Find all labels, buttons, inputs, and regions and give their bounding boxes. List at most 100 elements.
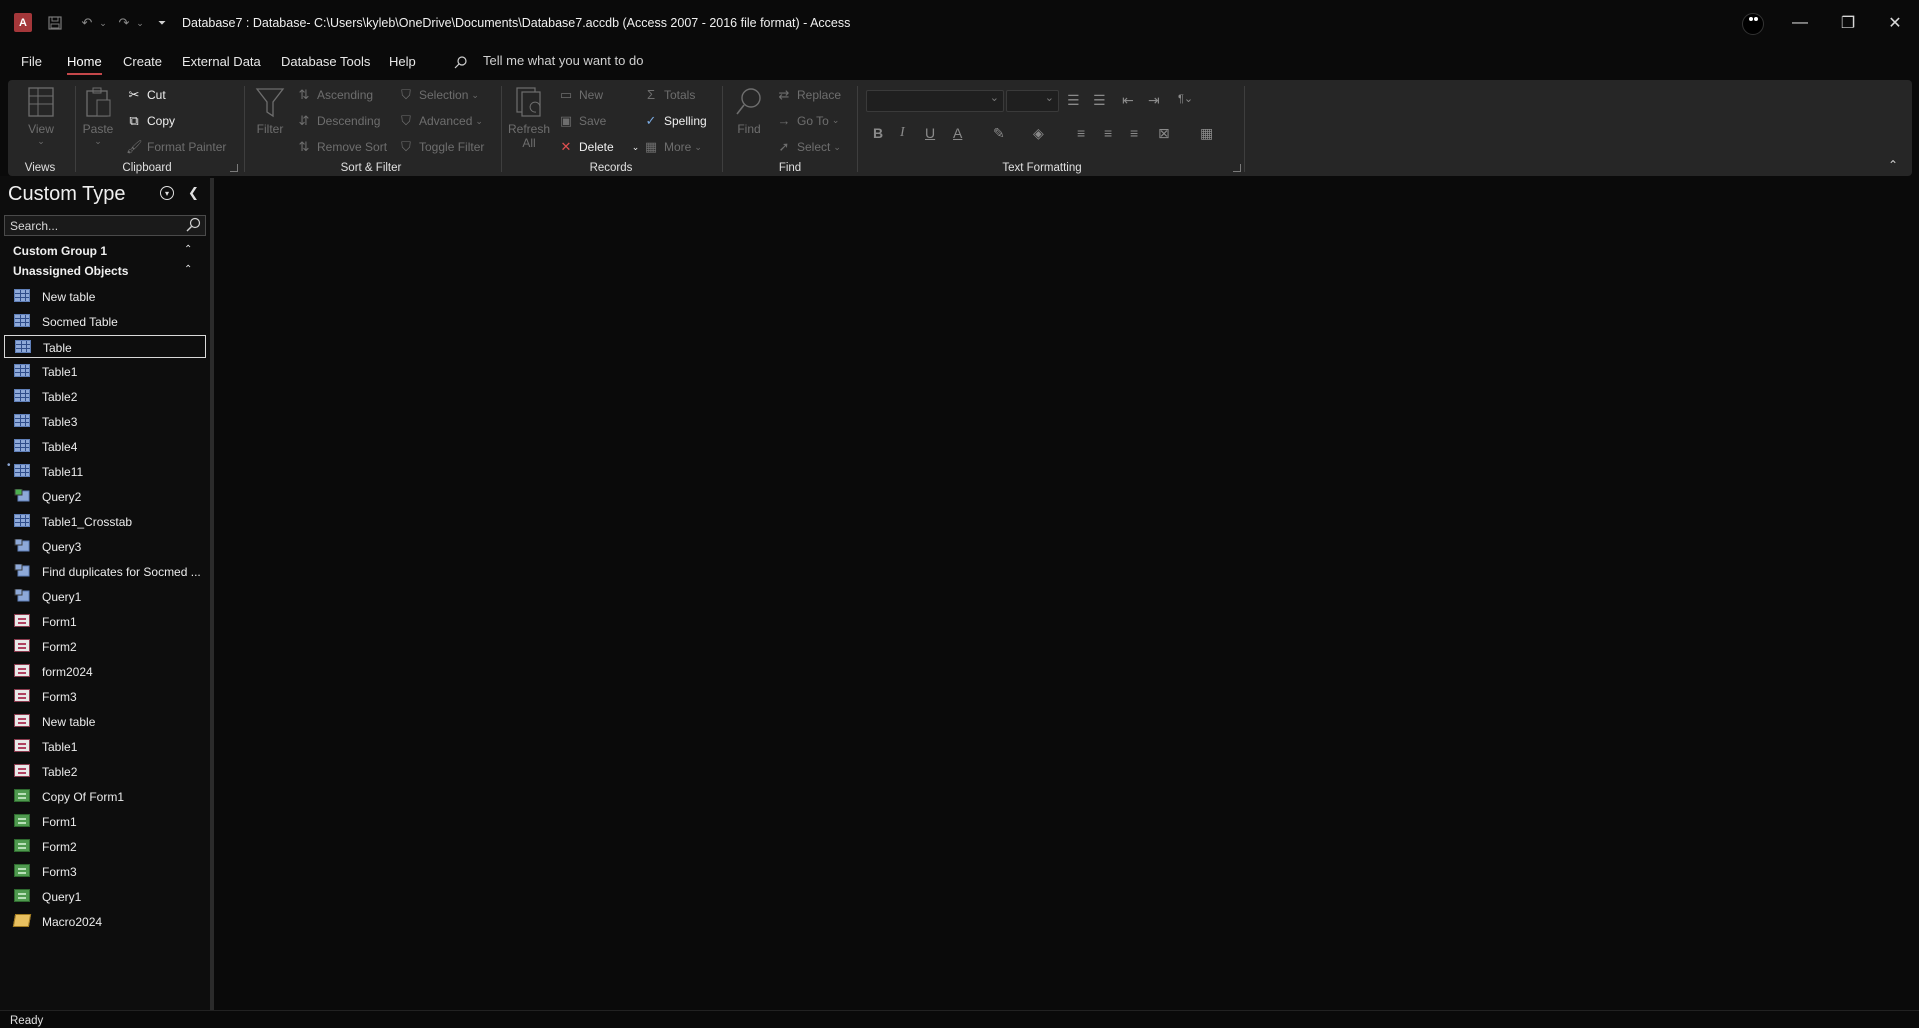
nav-item[interactable]: Table3: [4, 410, 206, 433]
increase-indent-icon[interactable]: ⇥: [1148, 92, 1160, 109]
copy-button[interactable]: ⧉ Copy: [126, 113, 175, 129]
nav-item[interactable]: Form2: [4, 835, 206, 858]
collapse-ribbon-icon[interactable]: ⌃: [1888, 158, 1898, 172]
refresh-all-button[interactable]: Refresh All: [508, 86, 550, 150]
chevron-up-icon[interactable]: ⌃: [184, 264, 192, 275]
delete-button[interactable]: ✕ Delete ⌄: [558, 139, 640, 155]
nav-item[interactable]: Form3: [4, 860, 206, 883]
bold-button[interactable]: B: [873, 125, 883, 141]
tab-help[interactable]: Help: [389, 54, 416, 69]
nav-item[interactable]: Table2: [4, 385, 206, 408]
clipboard-launcher-icon[interactable]: [230, 164, 238, 172]
highlight-icon[interactable]: ✎: [993, 125, 1005, 142]
nav-item[interactable]: Table1_Crosstab: [4, 510, 206, 533]
nav-item[interactable]: Table1: [4, 360, 206, 383]
chevron-up-icon[interactable]: ⌃: [184, 244, 192, 255]
nav-group-custom-group-1[interactable]: Custom Group 1: [13, 244, 107, 258]
selection-button[interactable]: ⛉ Selection ⌄: [398, 87, 479, 103]
text-formatting-launcher-icon[interactable]: [1233, 164, 1241, 172]
align-left-icon[interactable]: ≡: [1077, 125, 1085, 141]
redo-icon[interactable]: ↷: [113, 12, 135, 34]
nav-item[interactable]: Form2: [4, 635, 206, 658]
minimize-button[interactable]: —: [1777, 8, 1823, 38]
nav-group-unassigned-objects[interactable]: Unassigned Objects: [13, 264, 128, 278]
filter-button[interactable]: Filter: [254, 86, 286, 136]
nav-item[interactable]: Table1: [4, 735, 206, 758]
tab-create[interactable]: Create: [123, 54, 162, 69]
nav-item[interactable]: form2024: [4, 660, 206, 683]
customize-toolbar-icon[interactable]: ⏷: [155, 12, 169, 34]
select-button[interactable]: ➚ Select ⌄: [776, 139, 841, 155]
font-size-dropdown[interactable]: [1006, 90, 1059, 112]
align-right-icon[interactable]: ≡: [1130, 125, 1138, 141]
nav-item[interactable]: Copy Of Form1: [4, 785, 206, 808]
table-icon: [14, 289, 30, 302]
nav-item[interactable]: Form1: [4, 810, 206, 833]
nav-item[interactable]: Table11: [4, 460, 206, 483]
gridlines-icon[interactable]: ▦: [1200, 125, 1213, 142]
paste-button[interactable]: Paste ⌄: [82, 86, 114, 147]
tab-file[interactable]: File: [21, 54, 42, 69]
spelling-button[interactable]: ✓ Spelling: [643, 113, 707, 129]
new-record-button[interactable]: ▭ New: [558, 87, 603, 103]
restore-button[interactable]: ❐: [1825, 8, 1871, 38]
italic-button[interactable]: I: [900, 125, 905, 141]
nav-item[interactable]: New table: [4, 710, 206, 733]
nav-item[interactable]: Table4: [4, 435, 206, 458]
font-color-button[interactable]: A: [953, 125, 962, 141]
nav-item[interactable]: Form1: [4, 610, 206, 633]
remove-sort-button[interactable]: ⇅ Remove Sort: [296, 139, 387, 155]
goto-button[interactable]: → Go To ⌄: [776, 113, 840, 128]
toggle-filter-button[interactable]: ⛉ Toggle Filter: [398, 139, 484, 155]
format-painter-button[interactable]: 🖌 Format Painter: [126, 139, 226, 155]
profile-avatar[interactable]: [1742, 13, 1764, 35]
nav-item[interactable]: Query1: [4, 585, 206, 608]
font-name-dropdown[interactable]: [866, 90, 1004, 112]
ribbon-tabs: File Home Create External Data Database …: [0, 50, 1919, 76]
nav-item[interactable]: Socmed Table: [4, 310, 206, 333]
find-button[interactable]: Find: [733, 86, 765, 136]
numbering-icon[interactable]: ☰: [1093, 92, 1106, 109]
toggle-filter-icon: ⛉: [401, 139, 411, 154]
redo-dropdown-icon[interactable]: ⌄: [135, 12, 145, 34]
nav-item[interactable]: Query2: [4, 485, 206, 508]
cut-button[interactable]: ✂ Cut: [126, 87, 166, 103]
view-button[interactable]: View ⌄: [26, 86, 56, 147]
search-icon[interactable]: [185, 217, 201, 233]
nav-item[interactable]: Query1: [4, 885, 206, 908]
nav-item[interactable]: Query3: [4, 535, 206, 558]
shutter-bar-close-icon[interactable]: ❮: [188, 185, 199, 201]
tab-home[interactable]: Home: [67, 54, 102, 75]
tab-external-data[interactable]: External Data: [182, 54, 261, 69]
nav-item[interactable]: Table2: [4, 760, 206, 783]
descending-button[interactable]: ⇵ Descending: [296, 113, 381, 129]
undo-dropdown-icon[interactable]: ⌄: [98, 12, 108, 34]
fill-color-icon[interactable]: ◈: [1033, 125, 1044, 142]
decrease-indent-icon[interactable]: ⇤: [1122, 92, 1134, 109]
nav-item[interactable]: Find duplicates for Socmed ...: [4, 560, 206, 583]
nav-item[interactable]: Table: [4, 335, 206, 358]
nav-item[interactable]: Macro2024: [4, 910, 206, 933]
undo-icon[interactable]: ↶: [76, 12, 98, 34]
tell-me-search[interactable]: Tell me what you want to do: [483, 53, 643, 68]
more-button[interactable]: ▦ More ⌄: [643, 139, 702, 155]
underline-button[interactable]: U: [925, 125, 935, 141]
remove-sort-label: Remove Sort: [317, 140, 388, 154]
nav-item[interactable]: New table: [4, 285, 206, 308]
nav-pane-title[interactable]: Custom Type: [8, 183, 125, 206]
nav-search-input[interactable]: [4, 215, 206, 236]
nav-item[interactable]: Form3: [4, 685, 206, 708]
bullets-icon[interactable]: ☰: [1067, 92, 1080, 109]
nav-menu-dropdown-icon[interactable]: ▾: [160, 186, 174, 200]
paragraph-direction-icon[interactable]: ¶⌄: [1178, 92, 1193, 105]
align-center-icon[interactable]: ≡: [1104, 125, 1112, 141]
alternate-row-color-icon[interactable]: ⊠: [1158, 125, 1170, 142]
ascending-button[interactable]: ⇅ Ascending: [296, 87, 374, 103]
advanced-button[interactable]: ⛉ Advanced ⌄: [398, 113, 483, 129]
save-record-button[interactable]: ▣ Save: [558, 113, 607, 129]
totals-button[interactable]: Σ Totals: [643, 87, 695, 102]
tab-database-tools[interactable]: Database Tools: [281, 54, 370, 69]
replace-button[interactable]: ⇄ Replace: [776, 87, 841, 103]
close-button[interactable]: ✕: [1872, 8, 1918, 38]
save-icon[interactable]: [46, 12, 64, 34]
